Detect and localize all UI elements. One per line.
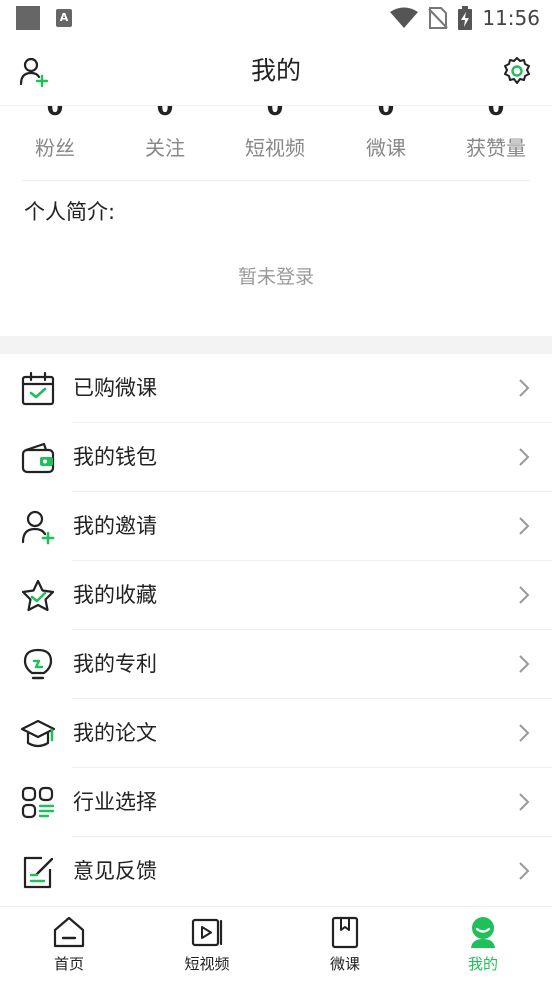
menu-item-feedback[interactable]: 意见反馈 xyxy=(0,837,552,906)
nav-tab-short-video[interactable]: 短视频 xyxy=(138,907,276,981)
stat-short-videos[interactable]: 0 短视频 xyxy=(220,106,330,182)
chevron-right-icon xyxy=(519,862,530,880)
menu-item-purchased-courses[interactable]: 已购微课 xyxy=(0,354,552,423)
menu-list: 已购微课 我的钱包 我的邀请 我的收藏 我的专利 我的论文 行业选择 意见反馈 xyxy=(0,354,552,906)
settings-gear-icon[interactable] xyxy=(502,56,532,86)
nav-label: 短视频 xyxy=(184,955,230,973)
bottom-nav: 首页 短视频 微课 我的 xyxy=(0,906,552,981)
status-indicators: 11:56 xyxy=(390,0,540,36)
nav-tab-mine[interactable]: 我的 xyxy=(414,907,552,981)
stat-label: 获赞量 xyxy=(466,136,526,160)
divider xyxy=(22,180,530,181)
battery-charging-icon xyxy=(458,6,473,30)
stat-value: 0 xyxy=(156,106,174,121)
menu-item-label: 我的专利 xyxy=(73,652,157,676)
menu-item-industry-selection[interactable]: 行业选择 xyxy=(0,768,552,837)
stat-followers[interactable]: 0 粉丝 xyxy=(0,106,110,182)
page-title: 我的 xyxy=(250,56,301,85)
star-check-icon xyxy=(21,579,55,612)
nav-tab-home[interactable]: 首页 xyxy=(0,907,138,981)
nav-label: 首页 xyxy=(53,955,84,973)
menu-item-invitations[interactable]: 我的邀请 xyxy=(0,492,552,561)
feedback-edit-icon xyxy=(23,856,54,889)
stat-value: 0 xyxy=(46,106,64,121)
bio-label: 个人简介: xyxy=(24,200,116,224)
top-app-bar: 我的 xyxy=(0,36,552,106)
stat-label: 关注 xyxy=(145,136,185,160)
menu-item-papers[interactable]: 我的论文 xyxy=(0,699,552,768)
profile-avatar-icon xyxy=(471,917,495,948)
menu-item-label: 我的论文 xyxy=(73,721,157,745)
stat-value: 0 xyxy=(266,106,284,121)
video-play-icon xyxy=(191,918,223,947)
chevron-right-icon xyxy=(519,655,530,673)
menu-item-label: 行业选择 xyxy=(73,790,157,814)
user-plus-icon xyxy=(21,510,55,545)
nav-label: 我的 xyxy=(467,955,498,973)
stat-following[interactable]: 0 关注 xyxy=(110,106,220,182)
bio-empty-text: 暂未登录 xyxy=(237,266,314,288)
profile-stats: 0 粉丝 0 关注 0 短视频 0 微课 0 获赞量 xyxy=(0,106,552,182)
calendar-check-icon xyxy=(21,371,55,406)
graduation-cap-icon xyxy=(20,719,56,748)
wallet-icon xyxy=(21,442,55,474)
stat-value: 0 xyxy=(377,106,395,121)
lightbulb-icon xyxy=(23,648,53,680)
menu-item-wallet[interactable]: 我的钱包 xyxy=(0,423,552,492)
nav-tab-micro-course[interactable]: 微课 xyxy=(276,907,414,981)
menu-item-favorites[interactable]: 我的收藏 xyxy=(0,561,552,630)
nav-label: 微课 xyxy=(329,955,360,973)
stat-value: 0 xyxy=(487,106,505,121)
stat-label: 微课 xyxy=(366,136,406,160)
bookmark-book-icon xyxy=(331,916,359,949)
clock: 11:56 xyxy=(482,6,540,30)
app-notification-icon xyxy=(16,6,40,30)
status-bar: A 11:56 xyxy=(0,0,552,36)
chevron-right-icon xyxy=(519,724,530,742)
chevron-right-icon xyxy=(519,517,530,535)
menu-item-label: 我的钱包 xyxy=(73,445,157,469)
no-sim-icon xyxy=(428,7,449,29)
stat-label: 短视频 xyxy=(245,136,305,160)
home-icon xyxy=(53,916,85,948)
section-gap xyxy=(0,336,552,354)
menu-item-label: 意见反馈 xyxy=(73,859,157,883)
menu-item-label: 我的邀请 xyxy=(73,514,157,538)
chevron-right-icon xyxy=(519,586,530,604)
text-notification-icon: A xyxy=(56,9,72,27)
stat-micro-courses[interactable]: 0 微课 xyxy=(331,106,441,182)
wifi-icon xyxy=(390,7,419,28)
chevron-right-icon xyxy=(519,793,530,811)
category-grid-icon xyxy=(21,786,55,819)
chevron-right-icon xyxy=(519,379,530,397)
stat-label: 粉丝 xyxy=(35,136,75,160)
menu-item-label: 我的收藏 xyxy=(73,583,157,607)
menu-item-patents[interactable]: 我的专利 xyxy=(0,630,552,699)
stat-likes[interactable]: 0 获赞量 xyxy=(441,106,551,182)
chevron-right-icon xyxy=(519,448,530,466)
menu-item-label: 已购微课 xyxy=(73,376,157,400)
